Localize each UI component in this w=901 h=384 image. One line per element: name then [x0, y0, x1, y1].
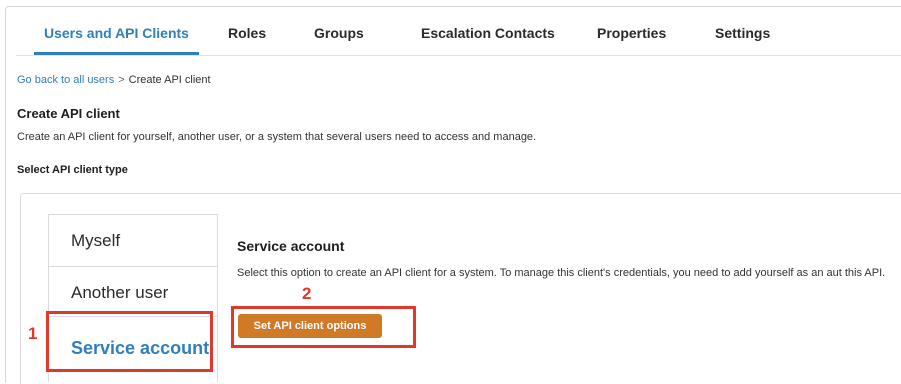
- tab-settings[interactable]: Settings: [705, 7, 780, 52]
- tab-bar: Users and API Clients Roles Groups Escal…: [16, 7, 901, 56]
- tab-properties[interactable]: Properties: [587, 7, 676, 52]
- tab-escalation-contacts[interactable]: Escalation Contacts: [411, 7, 565, 52]
- page-title: Create API client: [17, 106, 120, 121]
- tab-users-and-api-clients[interactable]: Users and API Clients: [34, 7, 199, 55]
- breadcrumb-separator: >: [118, 74, 125, 86]
- detail-description: Select this option to create an API clie…: [237, 267, 886, 279]
- page-description: Create an API client for yourself, anoth…: [17, 131, 537, 143]
- tab-roles[interactable]: Roles: [218, 7, 276, 52]
- back-to-users-link[interactable]: Go back to all users: [17, 74, 114, 86]
- breadcrumb: Go back to all users > Create API client: [17, 74, 211, 86]
- breadcrumb-current: Create API client: [128, 74, 211, 86]
- annotation-highlight-2: [231, 306, 416, 348]
- client-type-another-user[interactable]: Another user: [49, 267, 217, 317]
- client-type-myself[interactable]: Myself: [49, 215, 217, 267]
- detail-title: Service account: [237, 238, 345, 254]
- annotation-marker-2: 2: [302, 284, 312, 303]
- annotation-marker-1: 1: [28, 324, 38, 343]
- annotation-highlight-1: [46, 311, 213, 372]
- client-type-section-label: Select API client type: [17, 164, 128, 176]
- tab-groups[interactable]: Groups: [304, 7, 374, 52]
